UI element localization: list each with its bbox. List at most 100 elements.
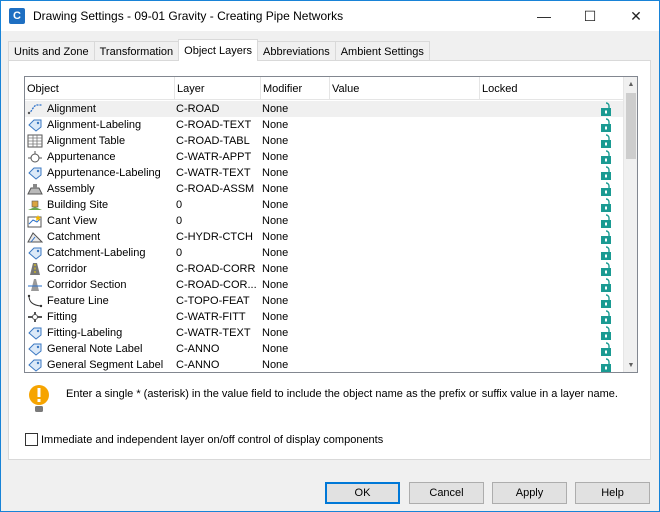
close-button[interactable]: ✕: [613, 1, 659, 31]
layer-control-checkbox[interactable]: [25, 433, 38, 446]
value-cell[interactable]: [330, 149, 480, 165]
table-row[interactable]: Assembly C-ROAD-ASSM None: [25, 181, 625, 197]
modifier-cell[interactable]: None: [261, 117, 330, 133]
minimize-button[interactable]: —: [521, 1, 567, 31]
unlocked-padlock-icon[interactable]: [600, 342, 612, 356]
column-header-modifier[interactable]: Modifier: [261, 77, 330, 100]
maximize-button[interactable]: ☐: [567, 1, 613, 31]
layer-cell[interactable]: C-ROAD-ASSM: [175, 181, 261, 197]
unlocked-padlock-icon[interactable]: [600, 166, 612, 180]
table-row[interactable]: Corridor C-ROAD-CORR None: [25, 261, 625, 277]
help-button[interactable]: Help: [575, 482, 650, 504]
column-header-value[interactable]: Value: [330, 77, 480, 100]
layer-cell[interactable]: C-ROAD-CORR: [175, 261, 261, 277]
modifier-cell[interactable]: None: [261, 165, 330, 181]
value-cell[interactable]: [330, 133, 480, 149]
table-row[interactable]: General Note Label C-ANNO None: [25, 341, 625, 357]
tab-ambient-settings[interactable]: Ambient Settings: [334, 41, 430, 61]
scroll-thumb[interactable]: [626, 93, 636, 159]
column-header-object[interactable]: Object: [25, 77, 175, 100]
tab-transformation[interactable]: Transformation: [93, 41, 180, 61]
modifier-cell[interactable]: None: [261, 149, 330, 165]
table-row[interactable]: Alignment Table C-ROAD-TABL None: [25, 133, 625, 149]
layer-cell[interactable]: C-WATR-APPT: [175, 149, 261, 165]
value-cell[interactable]: [330, 245, 480, 261]
value-cell[interactable]: [330, 341, 480, 357]
modifier-cell[interactable]: None: [261, 181, 330, 197]
value-cell[interactable]: [330, 117, 480, 133]
modifier-cell[interactable]: None: [261, 229, 330, 245]
column-header-locked[interactable]: Locked: [480, 77, 625, 100]
unlocked-padlock-icon[interactable]: [600, 150, 612, 164]
unlocked-padlock-icon[interactable]: [600, 118, 612, 132]
table-row[interactable]: Fitting-Labeling C-WATR-TEXT None: [25, 325, 625, 341]
value-cell[interactable]: [330, 229, 480, 245]
cancel-button[interactable]: Cancel: [409, 482, 484, 504]
unlocked-padlock-icon[interactable]: [600, 310, 612, 324]
value-cell[interactable]: [330, 261, 480, 277]
unlocked-padlock-icon[interactable]: [600, 326, 612, 340]
layer-cell[interactable]: C-ANNO: [175, 341, 261, 357]
value-cell[interactable]: [330, 325, 480, 341]
table-row[interactable]: Building Site 0 None: [25, 197, 625, 213]
layer-cell[interactable]: 0: [175, 245, 261, 261]
modifier-cell[interactable]: None: [261, 101, 330, 117]
unlocked-padlock-icon[interactable]: [600, 230, 612, 244]
grid-vertical-scrollbar[interactable]: ▲ ▼: [623, 77, 637, 372]
modifier-cell[interactable]: None: [261, 309, 330, 325]
scroll-down-arrow-icon[interactable]: ▼: [624, 358, 637, 372]
layer-cell[interactable]: C-ANNO: [175, 357, 261, 372]
layer-cell[interactable]: C-HYDR-CTCH: [175, 229, 261, 245]
ok-button[interactable]: OK: [325, 482, 400, 504]
modifier-cell[interactable]: None: [261, 197, 330, 213]
table-row[interactable]: Cant View 0 None: [25, 213, 625, 229]
table-row[interactable]: Alignment-Labeling C-ROAD-TEXT None: [25, 117, 625, 133]
apply-button[interactable]: Apply: [492, 482, 567, 504]
modifier-cell[interactable]: None: [261, 245, 330, 261]
value-cell[interactable]: [330, 181, 480, 197]
tab-abbreviations[interactable]: Abbreviations: [257, 41, 336, 61]
layer-cell[interactable]: C-WATR-FITT: [175, 309, 261, 325]
layer-cell[interactable]: C-ROAD-COR...: [175, 277, 261, 293]
table-row[interactable]: Corridor Section C-ROAD-COR... None: [25, 277, 625, 293]
column-header-layer[interactable]: Layer: [175, 77, 261, 100]
layer-cell[interactable]: C-WATR-TEXT: [175, 325, 261, 341]
modifier-cell[interactable]: None: [261, 133, 330, 149]
table-row[interactable]: Appurtenance C-WATR-APPT None: [25, 149, 625, 165]
layer-cell[interactable]: C-TOPO-FEAT: [175, 293, 261, 309]
value-cell[interactable]: [330, 357, 480, 372]
table-row[interactable]: Fitting C-WATR-FITT None: [25, 309, 625, 325]
table-row[interactable]: Catchment C-HYDR-CTCH None: [25, 229, 625, 245]
unlocked-padlock-icon[interactable]: [600, 294, 612, 308]
unlocked-padlock-icon[interactable]: [600, 182, 612, 196]
layer-cell[interactable]: 0: [175, 197, 261, 213]
layer-cell[interactable]: C-ROAD-TABL: [175, 133, 261, 149]
table-row[interactable]: General Segment Label C-ANNO None: [25, 357, 625, 372]
table-row[interactable]: Feature Line C-TOPO-FEAT None: [25, 293, 625, 309]
unlocked-padlock-icon[interactable]: [600, 262, 612, 276]
modifier-cell[interactable]: None: [261, 341, 330, 357]
modifier-cell[interactable]: None: [261, 277, 330, 293]
modifier-cell[interactable]: None: [261, 293, 330, 309]
unlocked-padlock-icon[interactable]: [600, 278, 612, 292]
unlocked-padlock-icon[interactable]: [600, 246, 612, 260]
table-row[interactable]: Alignment C-ROAD None: [25, 101, 625, 117]
unlocked-padlock-icon[interactable]: [600, 358, 612, 372]
value-cell[interactable]: [330, 213, 480, 229]
unlocked-padlock-icon[interactable]: [600, 134, 612, 148]
tab-object-layers[interactable]: Object Layers: [178, 39, 259, 61]
modifier-cell[interactable]: None: [261, 357, 330, 372]
value-cell[interactable]: [330, 101, 480, 117]
value-cell[interactable]: [330, 165, 480, 181]
value-cell[interactable]: [330, 293, 480, 309]
tab-units-and-zone[interactable]: Units and Zone: [8, 41, 95, 61]
table-row[interactable]: Appurtenance-Labeling C-WATR-TEXT None: [25, 165, 625, 181]
layer-cell[interactable]: 0: [175, 213, 261, 229]
value-cell[interactable]: [330, 309, 480, 325]
layer-cell[interactable]: C-WATR-TEXT: [175, 165, 261, 181]
modifier-cell[interactable]: None: [261, 325, 330, 341]
unlocked-padlock-icon[interactable]: [600, 198, 612, 212]
unlocked-padlock-icon[interactable]: [600, 102, 612, 116]
unlocked-padlock-icon[interactable]: [600, 214, 612, 228]
layer-cell[interactable]: C-ROAD: [175, 101, 261, 117]
